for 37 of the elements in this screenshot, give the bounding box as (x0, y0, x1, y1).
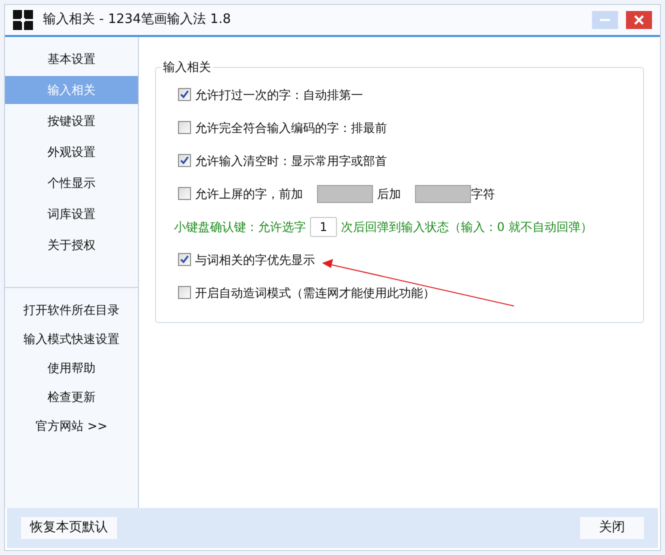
sidebar-item[interactable]: 按键设置 (5, 107, 138, 135)
close-dialog-button[interactable]: 关闭 (580, 517, 644, 539)
option-label: 后加 (377, 186, 401, 202)
check-icon (180, 156, 189, 165)
group-title: 输入相关 (161, 59, 213, 75)
close-button[interactable] (626, 11, 652, 29)
count-field[interactable]: 1 (310, 216, 337, 236)
option-label: 允许打过一次的字：自动排第一 (195, 86, 363, 104)
app-logo-icon (13, 10, 33, 30)
option-label: 允许输入清空时：显示常用字或部首 (195, 152, 387, 170)
hint-text: 小键盘确认键：允许选字 (174, 218, 306, 236)
sidebar-item[interactable]: 个性显示 (5, 169, 138, 197)
option-label: 允许上屏的字，前加 (195, 186, 303, 202)
checkbox[interactable] (178, 88, 191, 101)
sidebar-link[interactable]: 输入模式快速设置 (5, 329, 138, 349)
sidebar-link[interactable]: 打开软件所在目录 (5, 300, 138, 320)
option-label: 允许完全符合输入编码的字：排最前 (195, 120, 387, 136)
sidebar-link[interactable]: 使用帮助 (5, 358, 138, 378)
sidebar-item[interactable]: 外观设置 (5, 138, 138, 166)
check-icon (180, 90, 189, 99)
checkbox[interactable] (178, 154, 191, 167)
option-label: 字符 (471, 186, 495, 202)
sidebar-item[interactable]: 关于授权 (5, 231, 138, 259)
option-label: 开启自动造词模式（需连网才能使用此功能） (195, 284, 435, 302)
check-icon (180, 255, 189, 264)
option-label: 与词相关的字优先显示 (195, 252, 315, 268)
restore-defaults-button[interactable]: 恢复本页默认 (21, 517, 117, 539)
checkbox[interactable] (178, 121, 191, 134)
checkbox[interactable] (178, 286, 191, 299)
sidebar-item[interactable]: 基本设置 (5, 45, 138, 73)
checkbox[interactable] (178, 253, 191, 266)
hint-text: 次后回弹到输入状态（输入：0 就不自动回弹） (341, 218, 592, 236)
close-icon (634, 15, 644, 25)
sidebar-link[interactable]: 检查更新 (5, 387, 138, 407)
sidebar-link[interactable]: 官方网站 >> (5, 416, 138, 436)
sidebar-item[interactable]: 词库设置 (5, 200, 138, 228)
window-title: 输入相关 - 1234笔画输入法 1.8 (43, 11, 231, 30)
